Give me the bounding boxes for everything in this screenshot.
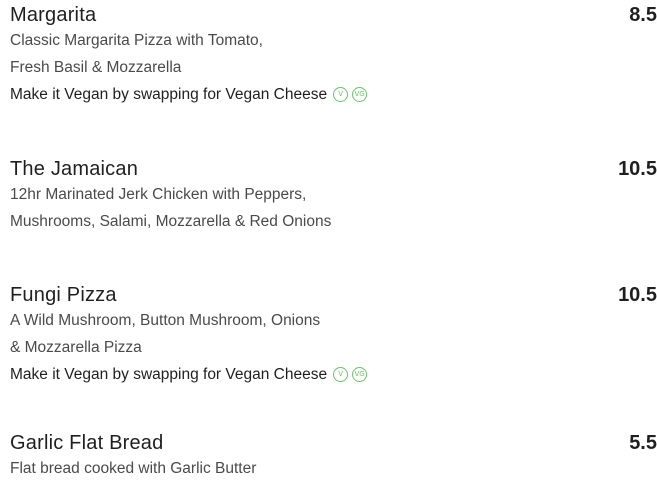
vegetarian-icon: V xyxy=(333,87,349,102)
item-name: Margarita xyxy=(10,4,97,26)
item-description-line: Classic Margarita Pizza with Tomato, xyxy=(10,32,263,49)
item-description-line: A Wild Mushroom, Button Mushroom, Onions xyxy=(10,312,321,329)
menu-item: Garlic Flat Bread 5.5 Flat bread cooked … xyxy=(10,432,657,482)
item-description-line: Fresh Basil & Mozzarella xyxy=(10,59,182,76)
item-name: Fungi Pizza xyxy=(10,284,117,306)
vegan-note: Make it Vegan by swapping for Vegan Chee… xyxy=(10,81,657,108)
menu-item-header: Margarita 8.5 xyxy=(10,4,657,27)
vegan-icon: VG xyxy=(352,367,368,382)
item-description-line: Flat bread cooked with Garlic Butter xyxy=(10,460,257,477)
menu-item: Margarita 8.5 Classic Margarita Pizza wi… xyxy=(10,4,657,108)
item-name: Garlic Flat Bread xyxy=(10,432,164,454)
item-name: The Jamaican xyxy=(10,158,139,180)
vegan-note-text: Make it Vegan by swapping for Vegan Chee… xyxy=(10,86,328,103)
item-description-line: 12hr Marinated Jerk Chicken with Peppers… xyxy=(10,186,307,203)
menu-item: Fungi Pizza 10.5 A Wild Mushroom, Button… xyxy=(10,284,657,388)
menu: Margarita 8.5 Classic Margarita Pizza wi… xyxy=(0,0,657,488)
menu-item-header: The Jamaican 10.5 xyxy=(10,158,657,181)
vegetarian-icon: V xyxy=(333,367,349,382)
item-price: 10.5 xyxy=(618,284,657,306)
vegan-note: Make it Vegan by swapping for Vegan Chee… xyxy=(10,361,657,388)
item-description-line: Mushrooms, Salami, Mozzarella & Red Onio… xyxy=(10,213,332,230)
vegan-icon: VG xyxy=(352,87,368,102)
item-price: 10.5 xyxy=(618,158,657,180)
item-price: 8.5 xyxy=(629,4,657,26)
menu-item-header: Fungi Pizza 10.5 xyxy=(10,284,657,307)
item-price: 5.5 xyxy=(629,432,657,454)
vegan-note-text: Make it Vegan by swapping for Vegan Chee… xyxy=(10,366,328,383)
item-description-line: & Mozzarella Pizza xyxy=(10,339,142,356)
menu-item-header: Garlic Flat Bread 5.5 xyxy=(10,432,657,455)
menu-item: The Jamaican 10.5 12hr Marinated Jerk Ch… xyxy=(10,158,657,235)
